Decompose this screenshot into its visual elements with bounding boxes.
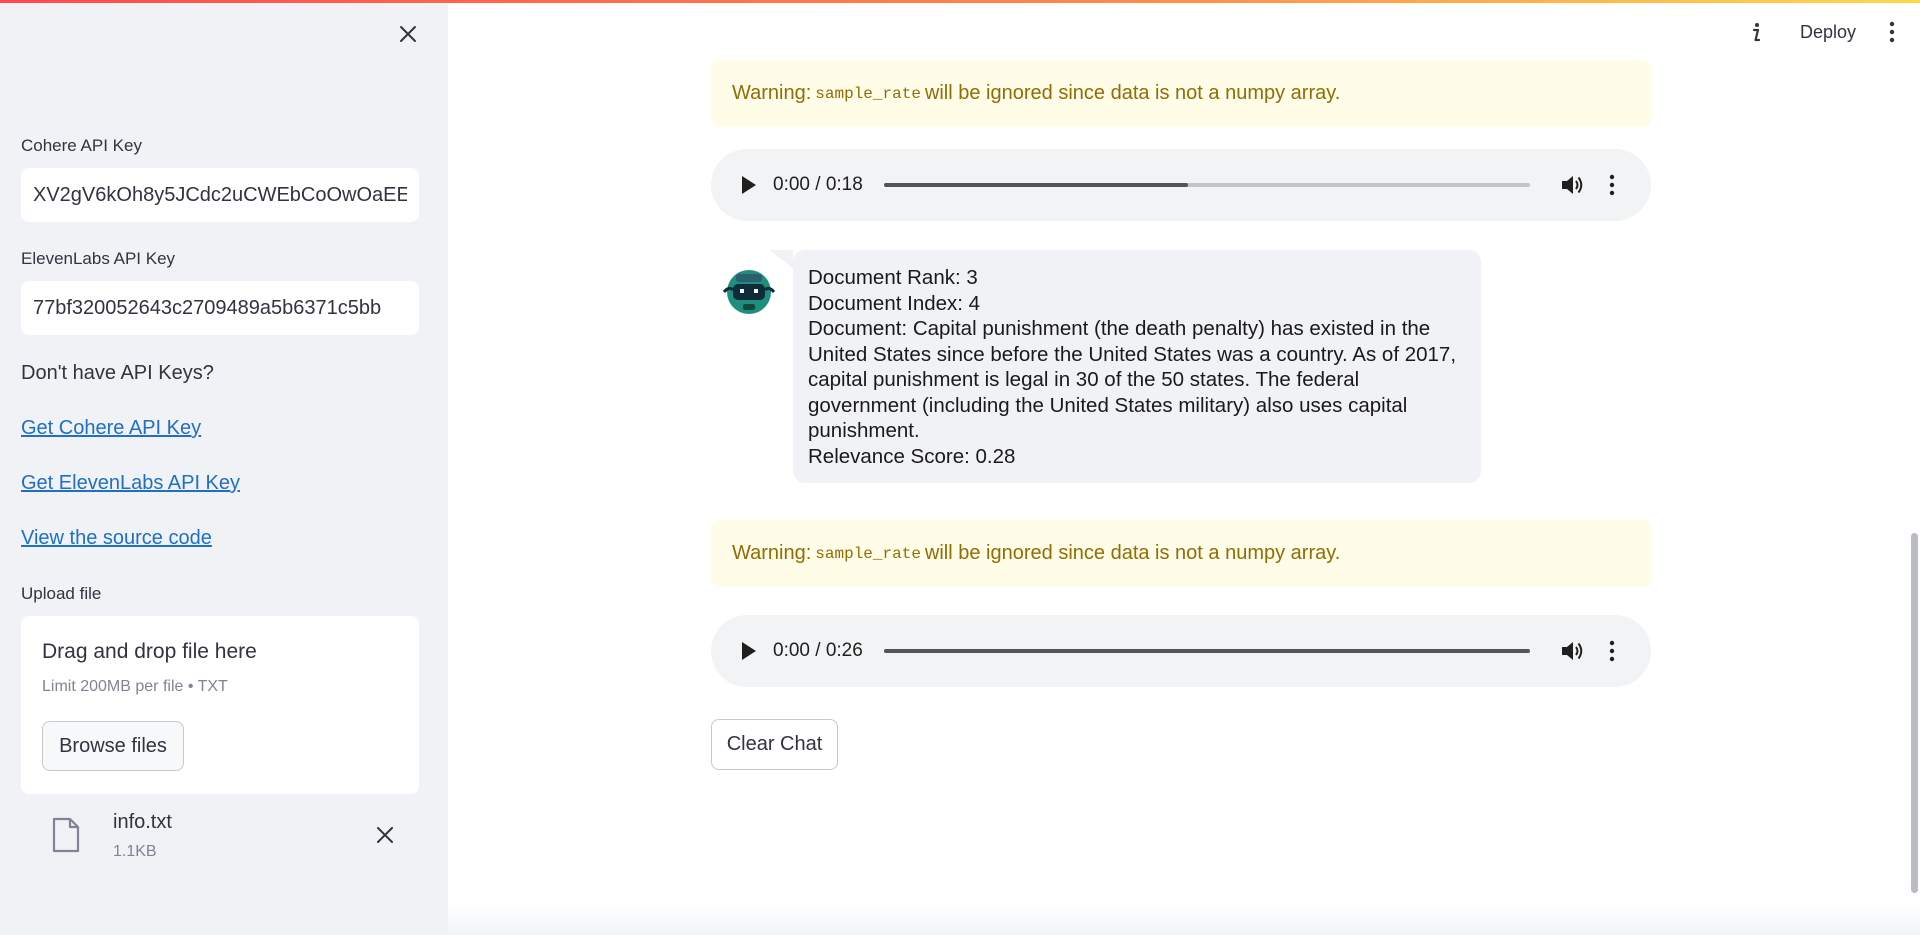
elevenlabs-api-key-label: ElevenLabs API Key <box>21 249 176 268</box>
document-rank: Document Rank: 3 <box>808 266 978 289</box>
document-text: Document: Capital punishment (the death … <box>808 317 1457 442</box>
get-elevenlabs-api-key-link[interactable]: Get ElevenLabs API Key <box>21 472 240 495</box>
cohere-api-key-input[interactable] <box>33 183 407 207</box>
deploy-button[interactable]: Deploy <box>1800 22 1856 43</box>
cohere-api-key-field[interactable] <box>21 168 419 222</box>
audio-player: 0:00 / 0:18 <box>711 149 1651 221</box>
more-vertical-icon[interactable] <box>1608 173 1616 197</box>
close-icon[interactable] <box>396 22 420 46</box>
bottom-fade <box>0 905 1920 935</box>
upload-file-label: Upload file <box>21 584 102 603</box>
browse-files-button[interactable]: Browse files <box>42 721 184 771</box>
dropzone-limit-text: Limit 200MB per file • TXT <box>42 678 228 695</box>
file-name: info.txt <box>113 811 172 833</box>
scrollbar[interactable] <box>1911 533 1918 893</box>
warning-code: sample_rate <box>815 544 921 563</box>
get-cohere-api-key-link[interactable]: Get Cohere API Key <box>21 417 201 440</box>
elevenlabs-api-key-input[interactable] <box>33 296 407 320</box>
more-vertical-icon[interactable] <box>1608 639 1616 663</box>
more-vertical-icon[interactable] <box>1886 20 1898 44</box>
cohere-api-key-label: Cohere API Key <box>21 136 142 155</box>
audio-time: 0:00 / 0:26 <box>773 640 863 661</box>
robot-avatar-icon <box>722 270 776 314</box>
sidebar: Cohere API Key ElevenLabs API Key Don't … <box>0 0 448 935</box>
audio-progress-fill <box>884 649 1530 653</box>
relevance-score: Relevance Score: 0.28 <box>808 444 1016 468</box>
audio-time: 0:00 / 0:18 <box>773 174 863 195</box>
dropzone-title: Drag and drop file here <box>42 640 257 663</box>
audio-progress-fill <box>884 183 1188 187</box>
no-api-keys-text: Don't have API Keys? <box>21 362 214 384</box>
play-icon[interactable] <box>741 641 757 661</box>
remove-file-icon[interactable] <box>373 823 397 847</box>
uploaded-file-item: info.txt 1.1KB <box>21 805 419 865</box>
audio-progress-bar[interactable] <box>884 649 1530 653</box>
warning-prefix: Warning: <box>732 542 812 564</box>
document-index: Document Index: 4 <box>808 291 981 315</box>
elevenlabs-api-key-field[interactable] <box>21 281 419 335</box>
chat-message-bubble: Document Rank: 3 Document Index: 4 Docum… <box>793 250 1481 483</box>
clear-chat-button[interactable]: Clear Chat <box>711 719 838 770</box>
file-dropzone[interactable]: Drag and drop file here Limit 200MB per … <box>21 616 419 794</box>
view-source-code-link[interactable]: View the source code <box>21 527 212 550</box>
file-size: 1.1KB <box>113 843 157 860</box>
audio-player: 0:00 / 0:26 <box>711 615 1651 687</box>
warning-alert: Warning: sample_rate will be ignored sin… <box>711 60 1651 127</box>
warning-message: will be ignored since data is not a nump… <box>924 542 1341 564</box>
top-decoration-bar <box>0 0 1920 3</box>
file-icon <box>52 817 80 853</box>
info-icon[interactable] <box>1746 20 1766 44</box>
warning-message: will be ignored since data is not a nump… <box>924 82 1341 104</box>
play-icon[interactable] <box>741 175 757 195</box>
warning-code: sample_rate <box>815 84 921 103</box>
volume-icon[interactable] <box>1560 639 1586 663</box>
volume-icon[interactable] <box>1560 173 1586 197</box>
audio-progress-bar[interactable] <box>884 183 1530 187</box>
warning-prefix: Warning: <box>732 82 812 104</box>
warning-alert: Warning: sample_rate will be ignored sin… <box>711 520 1651 587</box>
